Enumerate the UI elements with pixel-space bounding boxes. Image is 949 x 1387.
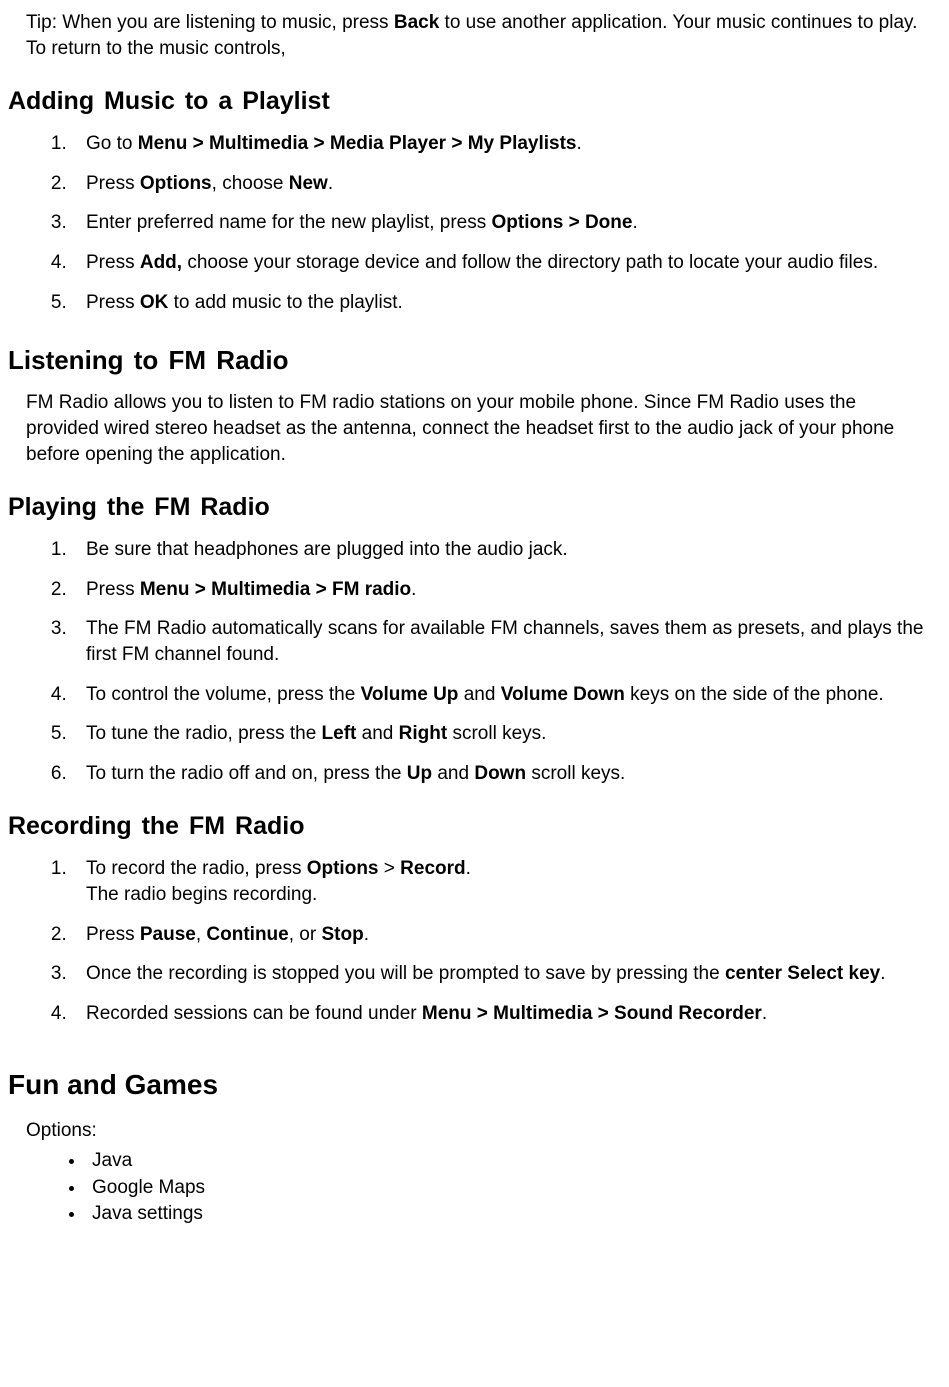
step-text-line2: The radio begins recording. — [86, 884, 317, 905]
menu-path: Menu > Multimedia > Sound Recorder — [422, 1003, 762, 1024]
bullet-item: Java — [86, 1148, 929, 1174]
list-item: Go to Menu > Multimedia > Media Player >… — [72, 131, 929, 157]
step-text: choose your storage device and follow th… — [182, 252, 878, 273]
step-text: , choose — [212, 173, 289, 194]
list-item: Press Add, choose your storage device an… — [72, 250, 929, 276]
options-label: Options: — [26, 1118, 929, 1144]
list-item: Enter preferred name for the new playlis… — [72, 210, 929, 236]
list-item: Be sure that headphones are plugged into… — [72, 537, 929, 563]
step-text: Go to — [86, 133, 138, 154]
step-text: To record the radio, press — [86, 858, 307, 879]
list-playing-fm: Be sure that headphones are plugged into… — [8, 537, 929, 786]
step-text: and — [458, 684, 500, 705]
list-item: To record the radio, press Options > Rec… — [72, 856, 929, 907]
key-ok: OK — [140, 292, 169, 313]
step-text: , — [196, 924, 207, 945]
key-down: Down — [474, 763, 526, 784]
step-text: . — [411, 579, 416, 600]
key-stop: Stop — [321, 924, 363, 945]
key-right: Right — [399, 723, 448, 744]
step-text: Press — [86, 252, 140, 273]
list-item: Once the recording is stopped you will b… — [72, 961, 929, 987]
list-item: Press Pause, Continue, or Stop. — [72, 922, 929, 948]
key-pause: Pause — [140, 924, 196, 945]
heading-listening-fm: Listening to FM Radio — [8, 343, 929, 378]
key-continue: Continue — [206, 924, 288, 945]
bullet-item: Java settings — [86, 1201, 929, 1227]
step-text: Press — [86, 924, 140, 945]
key-options: Options — [140, 173, 212, 194]
list-item: Recorded sessions can be found under Men… — [72, 1001, 929, 1027]
key-left: Left — [322, 723, 357, 744]
fm-intro-paragraph: FM Radio allows you to listen to FM radi… — [26, 390, 929, 467]
list-item: To control the volume, press the Volume … — [72, 682, 929, 708]
key-volume-up: Volume Up — [361, 684, 459, 705]
heading-fun-and-games: Fun and Games — [8, 1066, 929, 1104]
heading-playing-fm: Playing the FM Radio — [8, 491, 929, 525]
key-options: Options — [307, 858, 379, 879]
step-text: and — [356, 723, 398, 744]
tip-back-key: Back — [394, 12, 439, 33]
key-new: New — [289, 173, 328, 194]
tip-text-pre: Tip: When you are listening to music, pr… — [26, 12, 394, 33]
step-text: . — [466, 858, 471, 879]
key-center-select: center Select key — [725, 963, 880, 984]
step-text: . — [328, 173, 333, 194]
key-record: Record — [400, 858, 465, 879]
heading-adding-music: Adding Music to a Playlist — [8, 85, 929, 119]
step-text: scroll keys. — [526, 763, 625, 784]
step-text: Enter preferred name for the new playlis… — [86, 212, 492, 233]
step-text: scroll keys. — [447, 723, 546, 744]
step-text: To control the volume, press the — [86, 684, 361, 705]
step-text: Press — [86, 173, 140, 194]
step-text: . — [762, 1003, 767, 1024]
list-item: Press OK to add music to the playlist. — [72, 290, 929, 316]
step-text: and — [432, 763, 474, 784]
step-text: Recorded sessions can be found under — [86, 1003, 422, 1024]
heading-recording-fm: Recording the FM Radio — [8, 810, 929, 844]
step-text: Press — [86, 292, 140, 313]
step-text: . — [364, 924, 369, 945]
tip-paragraph: Tip: When you are listening to music, pr… — [26, 10, 929, 61]
list-fun-games-options: Java Google Maps Java settings — [8, 1148, 929, 1227]
list-item: The FM Radio automatically scans for ava… — [72, 616, 929, 667]
menu-path: Menu > Multimedia > Media Player > My Pl… — [138, 133, 577, 154]
key-up: Up — [407, 763, 432, 784]
bullet-item: Google Maps — [86, 1175, 929, 1201]
key-volume-down: Volume Down — [501, 684, 625, 705]
list-item: To turn the radio off and on, press the … — [72, 761, 929, 787]
step-text: Once the recording is stopped you will b… — [86, 963, 725, 984]
step-text: . — [632, 212, 637, 233]
list-item: Press Options, choose New. — [72, 171, 929, 197]
key-add: Add, — [140, 252, 182, 273]
step-text: to add music to the playlist. — [168, 292, 402, 313]
step-text: keys on the side of the phone. — [625, 684, 884, 705]
key-options-done: Options > Done — [492, 212, 633, 233]
step-text: Be sure that headphones are plugged into… — [86, 539, 568, 560]
list-item: To tune the radio, press the Left and Ri… — [72, 721, 929, 747]
step-text: The FM Radio automatically scans for ava… — [86, 618, 923, 665]
list-adding-music: Go to Menu > Multimedia > Media Player >… — [8, 131, 929, 315]
step-text: To tune the radio, press the — [86, 723, 322, 744]
step-text: Press — [86, 579, 140, 600]
step-text: . — [577, 133, 582, 154]
step-text: , or — [289, 924, 322, 945]
step-text: To turn the radio off and on, press the — [86, 763, 407, 784]
step-text: > — [379, 858, 401, 879]
list-item: Press Menu > Multimedia > FM radio. — [72, 577, 929, 603]
list-recording-fm: To record the radio, press Options > Rec… — [8, 856, 929, 1026]
menu-path: Menu > Multimedia > FM radio — [140, 579, 411, 600]
step-text: . — [880, 963, 885, 984]
